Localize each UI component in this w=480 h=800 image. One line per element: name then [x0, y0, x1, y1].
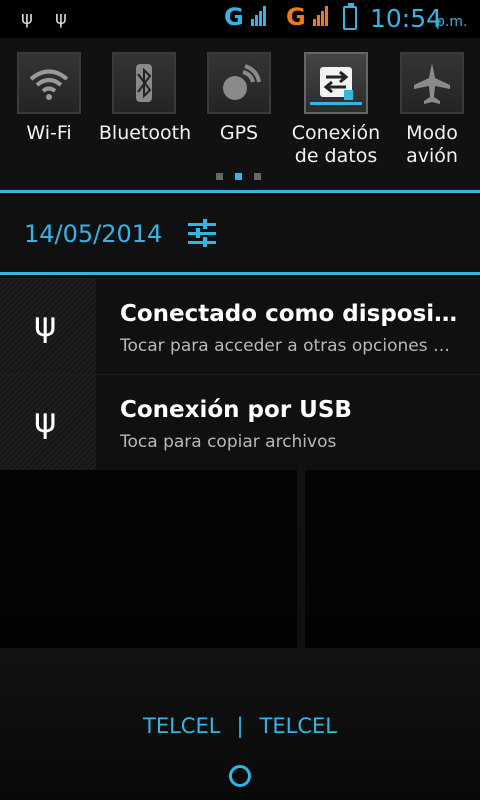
usb-icon: ψ — [34, 401, 57, 441]
wifi-toggle-button[interactable] — [17, 52, 81, 114]
gps-toggle-button[interactable] — [207, 52, 271, 114]
bluetooth-icon — [136, 64, 152, 102]
signal-icon — [313, 6, 328, 26]
date-row: 14/05/2014 — [0, 196, 480, 272]
data-connection-toggle-button[interactable] — [304, 52, 368, 114]
quick-settings-panel: Wi-Fi Bluetooth GPS Conexión de datos Mo… — [0, 38, 480, 190]
date-label: 14/05/2014 — [24, 220, 163, 248]
notification-icon-container: ψ — [0, 279, 96, 374]
page-indicator-dot — [254, 173, 261, 180]
data-connection-label: Conexión de datos — [291, 122, 381, 167]
wifi-icon — [29, 69, 69, 100]
page-indicator-dot — [235, 173, 242, 180]
usb-icon: ψ — [34, 305, 57, 345]
usb-icon: ψ — [21, 8, 33, 29]
airplane-mode-icon — [414, 63, 450, 104]
notification-item[interactable]: ψ Conexión por USB Toca para copiar arch… — [0, 374, 480, 470]
clock-time: 10:54 — [370, 4, 443, 33]
airplane-mode-label: Modo avión — [406, 122, 458, 167]
data-connection-icon — [310, 67, 362, 105]
wifi-label: Wi-Fi — [26, 122, 72, 144]
bluetooth-toggle-button[interactable] — [112, 52, 176, 114]
clock-ampm: p.m. — [436, 14, 468, 30]
carrier-name: TELCEL — [143, 714, 221, 738]
drag-handle-icon[interactable] — [229, 765, 251, 787]
bluetooth-label: Bluetooth — [98, 122, 192, 144]
carrier-label: TELCEL | TELCEL — [0, 714, 480, 738]
notification-subtitle: Toca para copiar archivos — [120, 432, 337, 452]
airplane-mode-toggle-button[interactable] — [400, 52, 464, 114]
status-bar: ψ ψ G G 10:54 p.m. — [0, 0, 480, 38]
signal-icon — [251, 6, 266, 26]
page-indicator-dot — [216, 173, 223, 180]
battery-charging-icon — [343, 3, 357, 30]
network-type-label: G — [224, 3, 244, 31]
wallpaper-background — [0, 470, 480, 648]
gps-icon — [223, 64, 261, 100]
network-type-label: G — [286, 3, 306, 31]
divider — [0, 272, 480, 275]
notification-subtitle: Tocar para acceder a otras opciones de U… — [120, 336, 452, 356]
usb-icon: ψ — [55, 8, 67, 29]
notification-icon-container: ψ — [0, 375, 96, 470]
divider — [0, 190, 480, 193]
carrier-separator: | — [236, 714, 244, 738]
page-indicator — [216, 173, 261, 180]
settings-sliders-icon[interactable] — [187, 219, 217, 247]
notification-title: Conectado como dispositivo multimedia — [120, 301, 460, 327]
gps-label: GPS — [219, 122, 259, 144]
carrier-name: TELCEL — [259, 714, 337, 738]
notification-item[interactable]: ψ Conectado como dispositivo multimedia … — [0, 278, 480, 374]
notification-title: Conexión por USB — [120, 397, 352, 423]
